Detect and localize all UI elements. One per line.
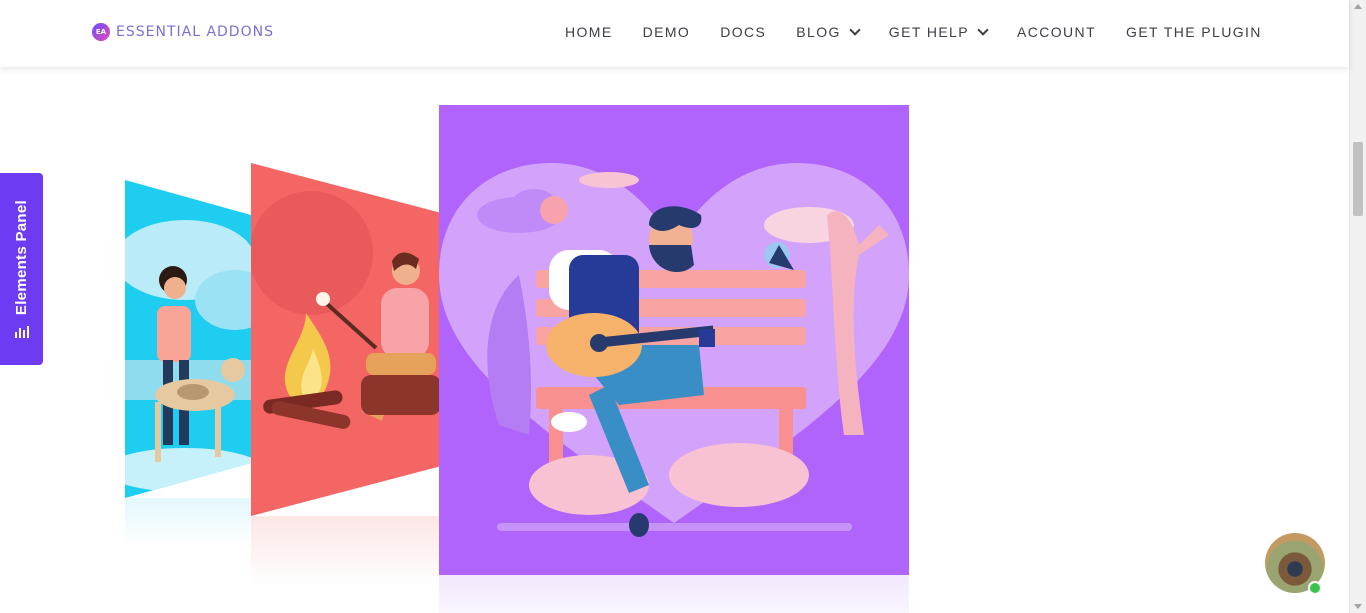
slide-guitar[interactable] xyxy=(439,105,909,575)
nav-item-label: HOME xyxy=(565,24,613,40)
nav-item-get-the-plugin[interactable]: GET THE PLUGIN xyxy=(1126,24,1262,40)
elements-panel-label: Elements Panel xyxy=(13,200,30,316)
slide-campfire[interactable] xyxy=(251,163,439,516)
nav-item-label: ACCOUNT xyxy=(1017,24,1097,40)
slide-illustration-dog-walk xyxy=(125,220,251,492)
main-nav: HOME DEMO DOCS BLOG GET HELP ACCOUNT GET… xyxy=(565,23,1292,40)
vertical-scrollbar[interactable] xyxy=(1349,0,1366,613)
site-header: EA ESSENTIAL ADDONS HOME DEMO DOCS BLOG … xyxy=(0,0,1349,67)
nav-item-docs[interactable]: DOCS xyxy=(720,24,766,40)
slide-reflection xyxy=(439,575,909,613)
chevron-down-icon xyxy=(977,23,989,36)
nav-item-blog[interactable]: BLOG xyxy=(796,23,861,40)
slide-reflection xyxy=(125,498,251,548)
nav-item-label: GET HELP xyxy=(888,24,969,40)
scroll-down-arrow-icon[interactable] xyxy=(1354,604,1362,609)
logo-text: ESSENTIAL ADDONS xyxy=(116,24,274,40)
nav-item-account[interactable]: ACCOUNT xyxy=(1017,24,1096,40)
slide-illustration-campfire xyxy=(251,191,439,429)
slide-illustration-guitar xyxy=(439,163,909,537)
elements-panel-tab[interactable]: Elements Panel xyxy=(0,173,43,365)
bar-chart-icon xyxy=(14,325,29,338)
nav-item-label: GET THE PLUGIN xyxy=(1126,24,1262,40)
scroll-thumb[interactable] xyxy=(1353,142,1363,216)
nav-item-label: BLOG xyxy=(796,24,841,40)
nav-item-label: DOCS xyxy=(720,24,767,40)
chevron-down-icon xyxy=(849,23,861,36)
scroll-up-arrow-icon[interactable] xyxy=(1354,4,1362,9)
nav-item-home[interactable]: HOME xyxy=(565,24,613,40)
nav-item-label: DEMO xyxy=(642,24,691,40)
online-status-badge xyxy=(1308,581,1322,595)
slide-reflection xyxy=(251,516,439,586)
slide-dog-walk[interactable] xyxy=(125,180,251,498)
page: EA ESSENTIAL ADDONS HOME DEMO DOCS BLOG … xyxy=(0,0,1366,613)
site-logo[interactable]: EA ESSENTIAL ADDONS xyxy=(92,23,274,41)
logo-mark-icon: EA xyxy=(92,23,110,41)
nav-item-demo[interactable]: DEMO xyxy=(643,24,691,40)
nav-item-get-help[interactable]: GET HELP xyxy=(888,23,989,40)
